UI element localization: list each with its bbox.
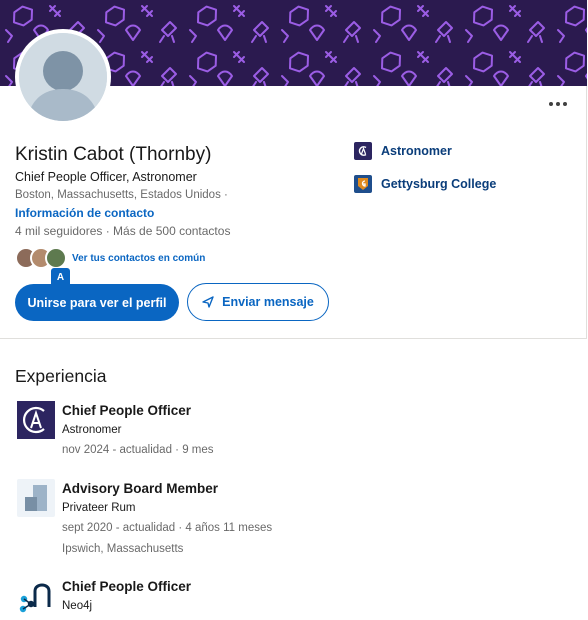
experience-dates: nov 2024 - actualidad · 9 mes [62, 444, 214, 456]
astronomer-logo-icon [354, 142, 372, 160]
join-to-view-profile-button[interactable]: Unirse para ver el perfil [15, 284, 179, 321]
experience-role: Advisory Board Member [62, 481, 219, 496]
send-message-label: Enviar mensaje [222, 295, 314, 309]
contact-info-link[interactable]: Información de contacto [15, 206, 154, 220]
experience-company: Neo4j [62, 600, 93, 612]
org-astronomer[interactable]: Astronomer [354, 142, 452, 160]
profile-name: Kristin Cabot (Thornby) [15, 144, 212, 165]
experience-role: Chief People Officer [62, 579, 192, 594]
neo4j-logo-icon [17, 577, 55, 615]
profile-headline: Chief People Officer, Astronomer [15, 170, 197, 184]
followers-connections: 4 mil seguidores · Más de 500 contactos [15, 224, 231, 238]
send-icon [202, 296, 214, 308]
avatar [15, 29, 111, 125]
profile-card: Kristin Cabot (Thornby) Chief People Off… [0, 0, 587, 339]
mutual-avatar [45, 247, 67, 269]
send-message-button[interactable]: Enviar mensaje [187, 283, 329, 321]
experience-dates: sept 2020 - actualidad · 4 años 11 meses [62, 522, 273, 534]
default-avatar-icon [19, 33, 107, 121]
more-actions-button[interactable] [544, 92, 572, 116]
experience-role: Chief People Officer [62, 403, 192, 418]
experience-company: Privateer Rum [62, 502, 136, 514]
profile-location: Boston, Massachusetts, Estados Unidos · [15, 189, 228, 201]
mutual-connections-link[interactable]: Ver tus contactos en común [72, 253, 205, 264]
org-name: Gettysburg College [381, 177, 497, 191]
experience-heading: Experiencia [15, 366, 107, 386]
dot-icon [556, 102, 560, 106]
org-name: Astronomer [381, 144, 452, 158]
astronomer-logo-icon [17, 401, 55, 439]
org-gettysburg-college[interactable]: Gettysburg College [354, 175, 496, 193]
gettysburg-college-logo-icon [354, 175, 372, 193]
dot-icon [549, 102, 553, 106]
mutual-connections[interactable]: Ver tus contactos en común [15, 246, 205, 270]
experience-location: Ipswich, Massachusetts [62, 543, 184, 555]
experience-company: Astronomer [62, 424, 122, 436]
company-placeholder-icon [17, 479, 55, 517]
dot-icon [563, 102, 567, 106]
